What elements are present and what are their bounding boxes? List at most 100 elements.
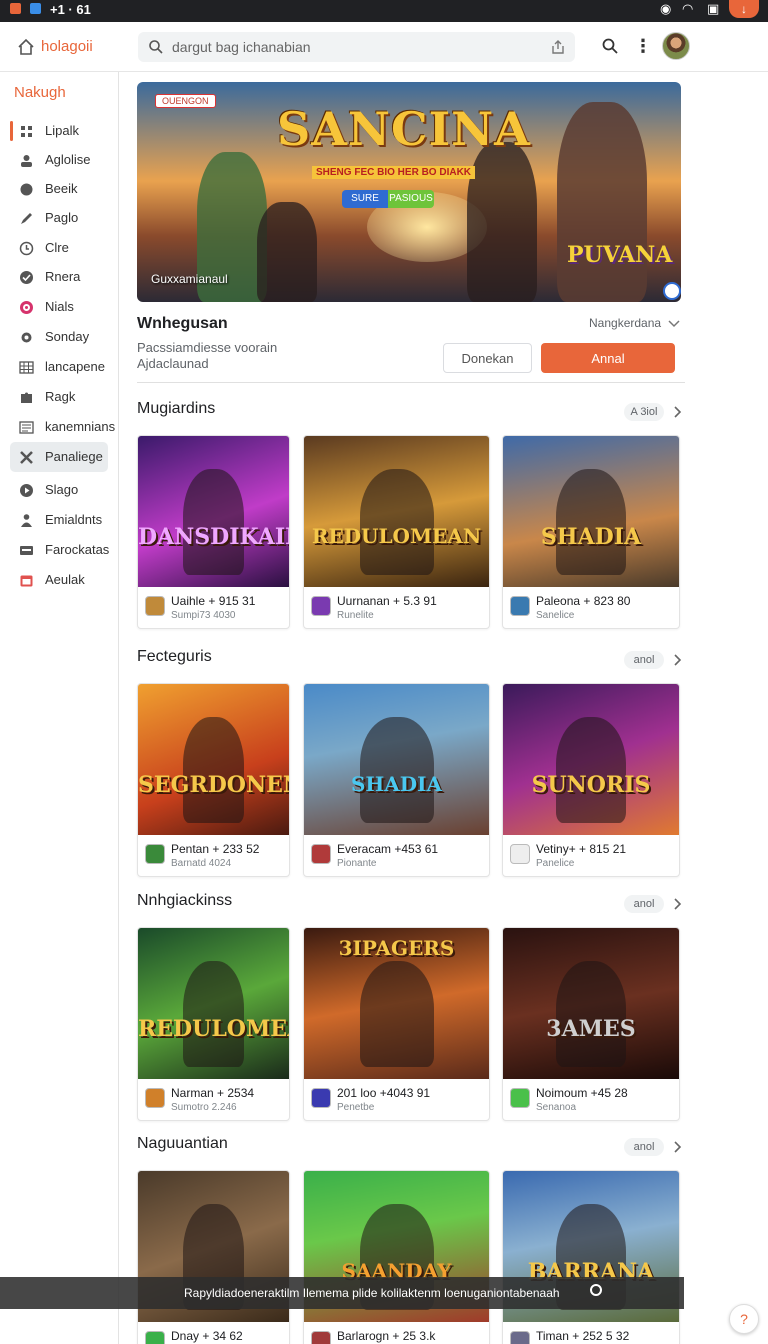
game-card[interactable]: SEGRDONENA Pentan + 233 52 Barnatd 4024 — [137, 683, 290, 877]
sidebar-item-label: Rnera — [45, 269, 81, 284]
share-icon[interactable] — [550, 39, 566, 55]
game-icon — [510, 844, 530, 864]
sidebar-item[interactable]: Beeik — [10, 174, 108, 204]
game-art: REDULOMEAN — [138, 928, 289, 1079]
chevron-right-icon[interactable] — [671, 406, 683, 418]
game-icon — [510, 1331, 530, 1344]
hero-banner[interactable]: OUENGON SANCINA SHENG FEC BIO HER BO DIA… — [137, 82, 681, 302]
sidebar-item[interactable]: Lipalk — [10, 116, 108, 146]
sidebar-item[interactable]: Aeulak — [10, 565, 108, 595]
chevron-right-icon[interactable] — [671, 898, 683, 910]
game-name: Vetiny+ + 815 21 — [536, 842, 627, 856]
game-meta: Barnatd 4024 — [171, 858, 232, 869]
game-card[interactable]: 3AMES Noimoum +45 28 Senanoa — [502, 927, 680, 1121]
sidebar-item-label: Beeik — [45, 181, 78, 196]
sidebar-item[interactable]: Nials — [10, 292, 108, 322]
game-meta: Penetbe — [337, 1102, 375, 1113]
toast-message: Rapyldiadoeneraktilm Ilemema plide kolil… — [0, 1277, 684, 1309]
sidebar-item-label: Nials — [45, 299, 74, 314]
sidebar-item[interactable]: Clre — [10, 233, 108, 263]
game-icon — [311, 1088, 331, 1108]
game-icon — [311, 844, 331, 864]
sidebar-item[interactable]: Sonday — [10, 322, 108, 352]
featured-app-subdescription: Ajdaclaunad — [137, 356, 209, 371]
game-art-title: REDULOMEAN — [311, 524, 482, 548]
sidebar-item[interactable]: Slago — [10, 475, 108, 505]
sidebar-item-label: Clre — [45, 240, 69, 255]
search-input[interactable] — [172, 36, 532, 58]
grid-icon — [21, 126, 32, 137]
sidebar-item[interactable]: Emialdnts — [10, 505, 108, 535]
sidebar-item[interactable]: lancapene — [10, 352, 108, 382]
game-card[interactable]: SHADIA Paleona + 823 80 Sanelice — [502, 435, 680, 629]
section-more-button[interactable]: anol — [624, 895, 664, 913]
game-card[interactable]: SAANDAYBarlarogn + 25 3.kKecoane — [303, 1170, 490, 1344]
game-icon — [311, 1331, 331, 1344]
game-card[interactable]: SUNORIS Vetiny+ + 815 21 Panelice — [502, 683, 680, 877]
circle-icon — [20, 183, 33, 196]
game-card[interactable]: Dnay + 34 62Kavnana 9624 — [137, 1170, 290, 1344]
section-more-button[interactable]: anol — [624, 651, 664, 669]
game-icon — [311, 596, 331, 616]
brand-name[interactable]: holagoii — [41, 38, 93, 55]
toast-loading-icon — [590, 1284, 602, 1296]
chevron-right-icon[interactable] — [671, 1141, 683, 1153]
cross-icon — [20, 451, 33, 464]
game-card[interactable]: REDULOMEAN Uurnanan + 5.3 91 Runelite — [303, 435, 490, 629]
more-options-icon[interactable]: ⋮ — [634, 36, 652, 56]
hero-corner-icon[interactable] — [663, 282, 681, 300]
game-name: Noimoum +45 28 — [536, 1086, 628, 1100]
game-art: DANSDIKAING — [138, 436, 289, 587]
game-card[interactable]: SHADIA Everacam +453 61 Pionante — [303, 683, 490, 877]
notification-pill[interactable]: ↓ — [729, 0, 759, 18]
language-select[interactable]: Nangkerdana — [589, 316, 661, 330]
sidebar-item[interactable]: Panaliege — [10, 442, 108, 472]
sidebar-item[interactable]: kanemnians — [10, 412, 115, 442]
sidebar-item[interactable]: Ragk — [10, 382, 108, 412]
target-icon — [20, 301, 33, 314]
main-content: OUENGON SANCINA SHENG FEC BIO HER BO DIA… — [119, 72, 768, 1344]
game-card[interactable]: 3IPAGERS 201 loo +4043 91 Penetbe — [303, 927, 490, 1121]
section-more-button[interactable]: anol — [624, 1138, 664, 1156]
sidebar-item[interactable]: Rnera — [10, 262, 108, 292]
game-meta: Senanoa — [536, 1102, 577, 1113]
hero-title: SANCINA — [277, 102, 531, 156]
game-art-character — [359, 469, 434, 575]
card-icon — [20, 546, 33, 555]
sidebar-item[interactable]: Aglolise — [10, 145, 108, 175]
list-icon — [19, 421, 34, 434]
sidebar-item-label: lancapene — [45, 359, 105, 374]
app-notification-icon — [10, 3, 21, 14]
game-card[interactable]: REDULOMEAN Narman + 2534 Sumotro 2.246 — [137, 927, 290, 1121]
search-button-icon[interactable] — [601, 37, 619, 55]
calendar-icon — [20, 575, 33, 587]
hero-subtitle: SHENG FEC BIO HER BO DIAKK — [312, 166, 476, 179]
secondary-button[interactable]: Donekan — [443, 343, 532, 373]
sidebar-title: Nakugh — [14, 84, 66, 101]
sidebar-active-indicator — [10, 121, 13, 141]
section-more-button[interactable]: A 3iol — [624, 403, 664, 421]
location-icon: ◉ — [660, 1, 672, 16]
chevron-right-icon[interactable] — [671, 654, 683, 666]
featured-app-name: Wnhegusan — [137, 315, 228, 332]
sidebar-item[interactable]: Paglo — [10, 203, 108, 233]
game-art-character — [555, 961, 627, 1067]
game-art-character — [555, 469, 627, 575]
game-card[interactable]: DANSDIKAING Uaihle + 915 31 Sumpi73 4030 — [137, 435, 290, 629]
game-card[interactable]: BARRANATiman + 252 5 32Penehca — [502, 1170, 680, 1344]
toast-text: Rapyldiadoeneraktilm Ilemema plide kolil… — [184, 1286, 560, 1300]
game-art: REDULOMEAN — [304, 436, 489, 587]
game-art-character — [183, 961, 244, 1067]
sidebar-item-label: Ragk — [45, 389, 76, 404]
game-name: Uaihle + 915 31 — [171, 594, 256, 608]
status-bar: +1 · 61 ◉ ◠ ▣ ↓ — [0, 0, 768, 22]
help-button[interactable]: ? — [729, 1304, 759, 1334]
avatar[interactable] — [662, 32, 690, 60]
sidebar-item[interactable]: Farockatas — [10, 535, 109, 565]
primary-button[interactable]: Annal — [541, 343, 675, 373]
game-art-title: 3IPAGERS — [338, 936, 455, 960]
chevron-down-icon[interactable] — [668, 317, 680, 329]
home-icon[interactable] — [17, 38, 35, 56]
hero-character — [257, 202, 317, 302]
game-meta: Runelite — [337, 610, 374, 621]
